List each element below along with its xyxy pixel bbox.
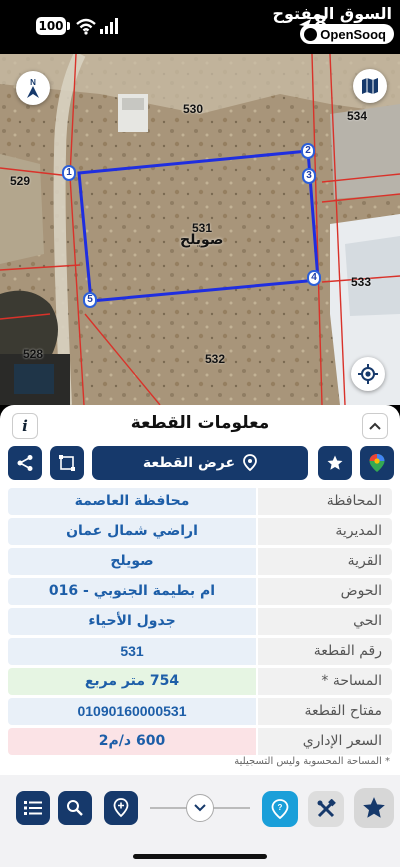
plot-number-528: 528 <box>23 347 44 361</box>
row-key: الحي <box>258 608 392 635</box>
row-key: مفتاح القطعة <box>258 698 392 725</box>
cellular-signal-icon <box>100 18 118 34</box>
row-value: جدول الأحياء <box>8 608 256 635</box>
row-value: صويلح <box>8 548 256 575</box>
row-value: 600 د/م2 <box>8 728 256 755</box>
row-key: المساحة * <box>258 668 392 695</box>
search-icon <box>67 800 83 816</box>
row-value: 01090160000531 <box>8 698 256 725</box>
map-icon <box>362 78 378 94</box>
google-maps-button[interactable] <box>360 446 394 480</box>
map-layers-button[interactable] <box>353 69 387 103</box>
zoom-slider-knob[interactable] <box>186 794 214 822</box>
battery-indicator: 100 <box>36 17 66 35</box>
location-plus-icon <box>113 798 129 818</box>
row-value: ام بطيمة الجنوبي - 016 <box>8 578 256 605</box>
svg-text:?: ? <box>278 803 283 812</box>
panel-title: معلومات القطعة <box>130 413 270 433</box>
my-location-button[interactable] <box>351 357 385 391</box>
favorite-button[interactable] <box>318 446 352 480</box>
polygon-icon <box>59 455 75 471</box>
collapse-panel-button[interactable] <box>362 413 388 439</box>
vertex-marker-3[interactable]: 3 <box>302 168 316 184</box>
home-indicator <box>133 854 267 859</box>
star-badge-icon <box>327 455 343 470</box>
vertex-marker-2[interactable]: 2 <box>301 143 315 159</box>
plot-details-table: المحافظة محافظة العاصمة المديرية اراضي ش… <box>8 488 392 758</box>
tools-button[interactable] <box>308 791 344 827</box>
row-key: السعر الإداري <box>258 728 392 755</box>
row-value: 531 <box>8 638 256 665</box>
row-key: القرية <box>258 548 392 575</box>
row-basin: الحوض ام بطيمة الجنوبي - 016 <box>8 578 392 605</box>
plot-number-529: 529 <box>10 174 31 188</box>
plot-info-panel: i معلومات القطعة عرض القطعة المحافظة محا… <box>0 405 400 775</box>
add-location-button[interactable] <box>104 791 138 825</box>
row-key: رقم القطعة <box>258 638 392 665</box>
row-key: المحافظة <box>258 488 392 515</box>
place-pin-button[interactable]: ? <box>262 791 298 827</box>
row-admin-price: السعر الإداري 600 د/م2 <box>8 728 392 755</box>
row-value: محافظة العاصمة <box>8 488 256 515</box>
bottom-toolbar: ? <box>0 775 400 867</box>
brand-name-arabic: السوق المفتوح <box>272 4 392 23</box>
vertex-marker-4[interactable]: 4 <box>307 270 321 286</box>
show-plot-button[interactable]: عرض القطعة <box>92 446 308 480</box>
share-button[interactable] <box>8 446 42 480</box>
row-plot-key: مفتاح القطعة 01090160000531 <box>8 698 392 725</box>
row-plot-number: رقم القطعة 531 <box>8 638 392 665</box>
tools-icon <box>317 799 336 818</box>
question-pin-icon: ? <box>271 799 289 819</box>
plot-number-530: 530 <box>183 102 204 116</box>
show-plot-label: عرض القطعة <box>142 455 236 471</box>
area-footnote: * المساحة المحسوبة وليس التسجيلية <box>234 756 390 767</box>
row-value: اراضي شمال عمان <box>8 518 256 545</box>
star-icon <box>363 797 385 818</box>
plot-number-532: 532 <box>205 352 226 366</box>
row-neighborhood: الحي جدول الأحياء <box>8 608 392 635</box>
row-governorate: المحافظة محافظة العاصمة <box>8 488 392 515</box>
google-maps-pin-icon <box>369 454 385 472</box>
chevron-up-icon <box>369 422 381 430</box>
wifi-icon <box>76 18 96 35</box>
draw-polygon-button[interactable] <box>50 446 84 480</box>
row-value: 754 متر مربع <box>8 668 256 695</box>
share-icon <box>17 455 33 471</box>
compass-icon: N <box>27 78 39 98</box>
plot-number-534: 534 <box>347 109 368 123</box>
chevron-down-icon <box>194 804 206 812</box>
vertex-marker-1[interactable]: 1 <box>62 165 76 181</box>
favorites-button[interactable] <box>354 788 394 828</box>
plot-number-533: 533 <box>351 275 372 289</box>
search-button[interactable] <box>58 791 92 825</box>
parcel-area-name: صويلح <box>180 232 224 248</box>
row-key: الحوض <box>258 578 392 605</box>
row-area: المساحة * 754 متر مربع <box>8 668 392 695</box>
map-view[interactable]: 530 534 529 531 صويلح 533 528 532 1 2 3 … <box>0 54 400 405</box>
battery-tip <box>67 22 70 30</box>
status-bar: 100 8 السوق المفتوح OpenSooq <box>0 0 400 54</box>
crosshair-icon <box>358 364 378 384</box>
row-directorate: المديرية اراضي شمال عمان <box>8 518 392 545</box>
row-village: القرية صويلح <box>8 548 392 575</box>
map-pin-icon <box>243 454 257 472</box>
brand-logo-icon <box>304 27 318 41</box>
compass-button[interactable]: N <box>16 71 50 105</box>
brand-name-latin: OpenSooq <box>320 26 386 42</box>
list-button[interactable] <box>16 791 50 825</box>
list-icon <box>24 801 42 815</box>
vertex-marker-5[interactable]: 5 <box>83 292 97 308</box>
compass-n-label: N <box>30 78 36 87</box>
brand-pill: OpenSooq <box>300 24 394 44</box>
row-key: المديرية <box>258 518 392 545</box>
